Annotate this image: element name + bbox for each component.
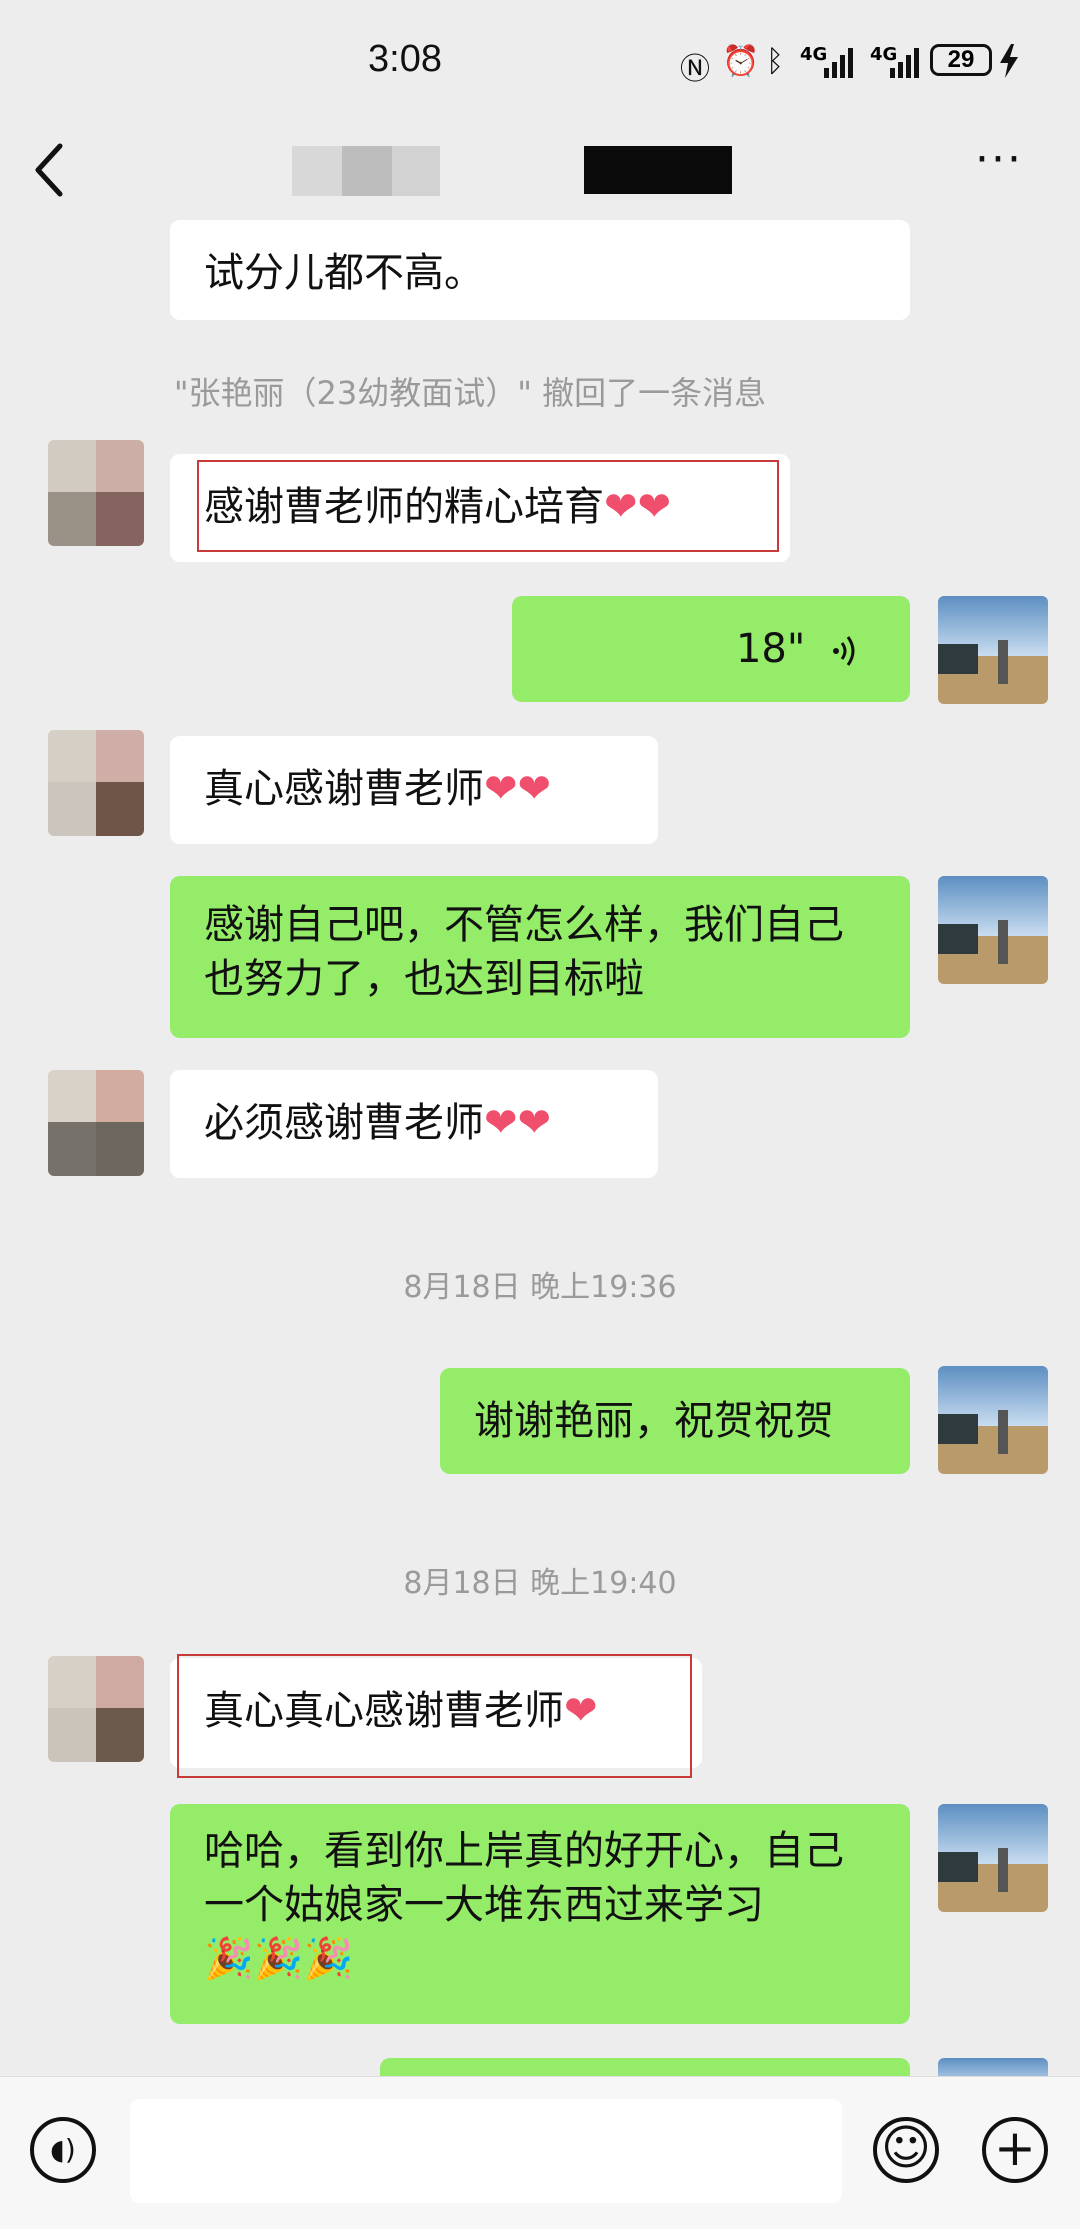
message-bubble[interactable]: 必须感谢曹老师❤❤ <box>170 1070 658 1178</box>
bluetooth-icon: ᛒ <box>766 44 784 79</box>
alarm-icon: ⏰ <box>722 44 760 79</box>
plus-icon[interactable]: + <box>982 2117 1048 2183</box>
voice-duration: 18" <box>735 626 806 672</box>
message-text: 感谢自己吧，不管怎么样，我们自己也努力了，也达到目标啦 <box>204 902 844 1002</box>
battery-icon: 29 <box>930 44 992 76</box>
message-bubble[interactable]: 试分儿都不高。 <box>170 220 910 320</box>
message-bubble[interactable]: 谢谢艳丽，祝贺祝贺 <box>440 1368 910 1474</box>
timestamp: 8月18日 晚上19:36 <box>403 1270 677 1305</box>
party-emoji: 🎉 <box>253 1936 304 1982</box>
message-bubble[interactable]: 真心感谢曹老师❤❤ <box>170 736 658 844</box>
more-icon[interactable]: ··· <box>975 138 1023 182</box>
signal-icon <box>890 48 919 78</box>
highlight-box <box>197 460 779 552</box>
heart-emoji: ❤ <box>484 1100 518 1146</box>
message-bubble[interactable]: 感谢自己吧，不管怎么样，我们自己也努力了，也达到目标啦 <box>170 876 910 1038</box>
heart-emoji: ❤ <box>484 766 518 812</box>
charging-icon <box>1000 44 1018 78</box>
status-time: 3:08 <box>368 38 442 80</box>
heart-emoji: ❤ <box>517 766 552 812</box>
message-input[interactable] <box>130 2099 842 2203</box>
heart-emoji: ❤ <box>517 1100 552 1146</box>
party-emoji: 🎉 <box>204 1936 254 1982</box>
voice-message-bubble[interactable]: 18" <box>512 596 910 702</box>
avatar-self[interactable] <box>938 1366 1048 1474</box>
chat-title-blurred <box>292 146 440 196</box>
chevron-left-icon[interactable] <box>30 140 66 200</box>
timestamp: 8月18日 晚上19:40 <box>403 1566 677 1601</box>
redaction-block <box>584 146 732 194</box>
message-text: 真心感谢曹老师 <box>204 766 484 812</box>
nfc-icon: Ⓝ <box>680 52 710 87</box>
message-text: 试分儿都不高。 <box>204 250 484 296</box>
avatar[interactable] <box>48 1656 144 1762</box>
message-text: 谢谢艳丽，祝贺祝贺 <box>474 1398 834 1444</box>
highlight-box <box>177 1654 692 1778</box>
avatar[interactable] <box>48 1070 144 1176</box>
party-emoji: 🎉 <box>303 1936 354 1982</box>
message-text: 必须感谢曹老师 <box>204 1100 484 1146</box>
avatar[interactable] <box>48 730 144 836</box>
emoji-icon[interactable]: ☺ <box>873 2117 939 2183</box>
recall-notice: "张艳丽（23幼教面试）" 撤回了一条消息 <box>173 374 767 412</box>
signal-icon <box>824 48 853 78</box>
avatar-self[interactable] <box>938 1804 1048 1912</box>
voice-wave-icon <box>833 636 855 666</box>
message-text: 哈哈，看到你上岸真的好开心，自己一个姑娘家一大堆东西过来学习 <box>204 1828 844 1928</box>
avatar[interactable] <box>48 440 144 546</box>
input-bar: ◖) ☺ + <box>0 2076 1080 2229</box>
voice-input-icon[interactable]: ◖) <box>30 2117 96 2183</box>
avatar-self[interactable] <box>938 596 1048 704</box>
avatar-self[interactable] <box>938 876 1048 984</box>
message-bubble[interactable]: 哈哈，看到你上岸真的好开心，自己一个姑娘家一大堆东西过来学习 🎉🎉🎉 <box>170 1804 910 2024</box>
